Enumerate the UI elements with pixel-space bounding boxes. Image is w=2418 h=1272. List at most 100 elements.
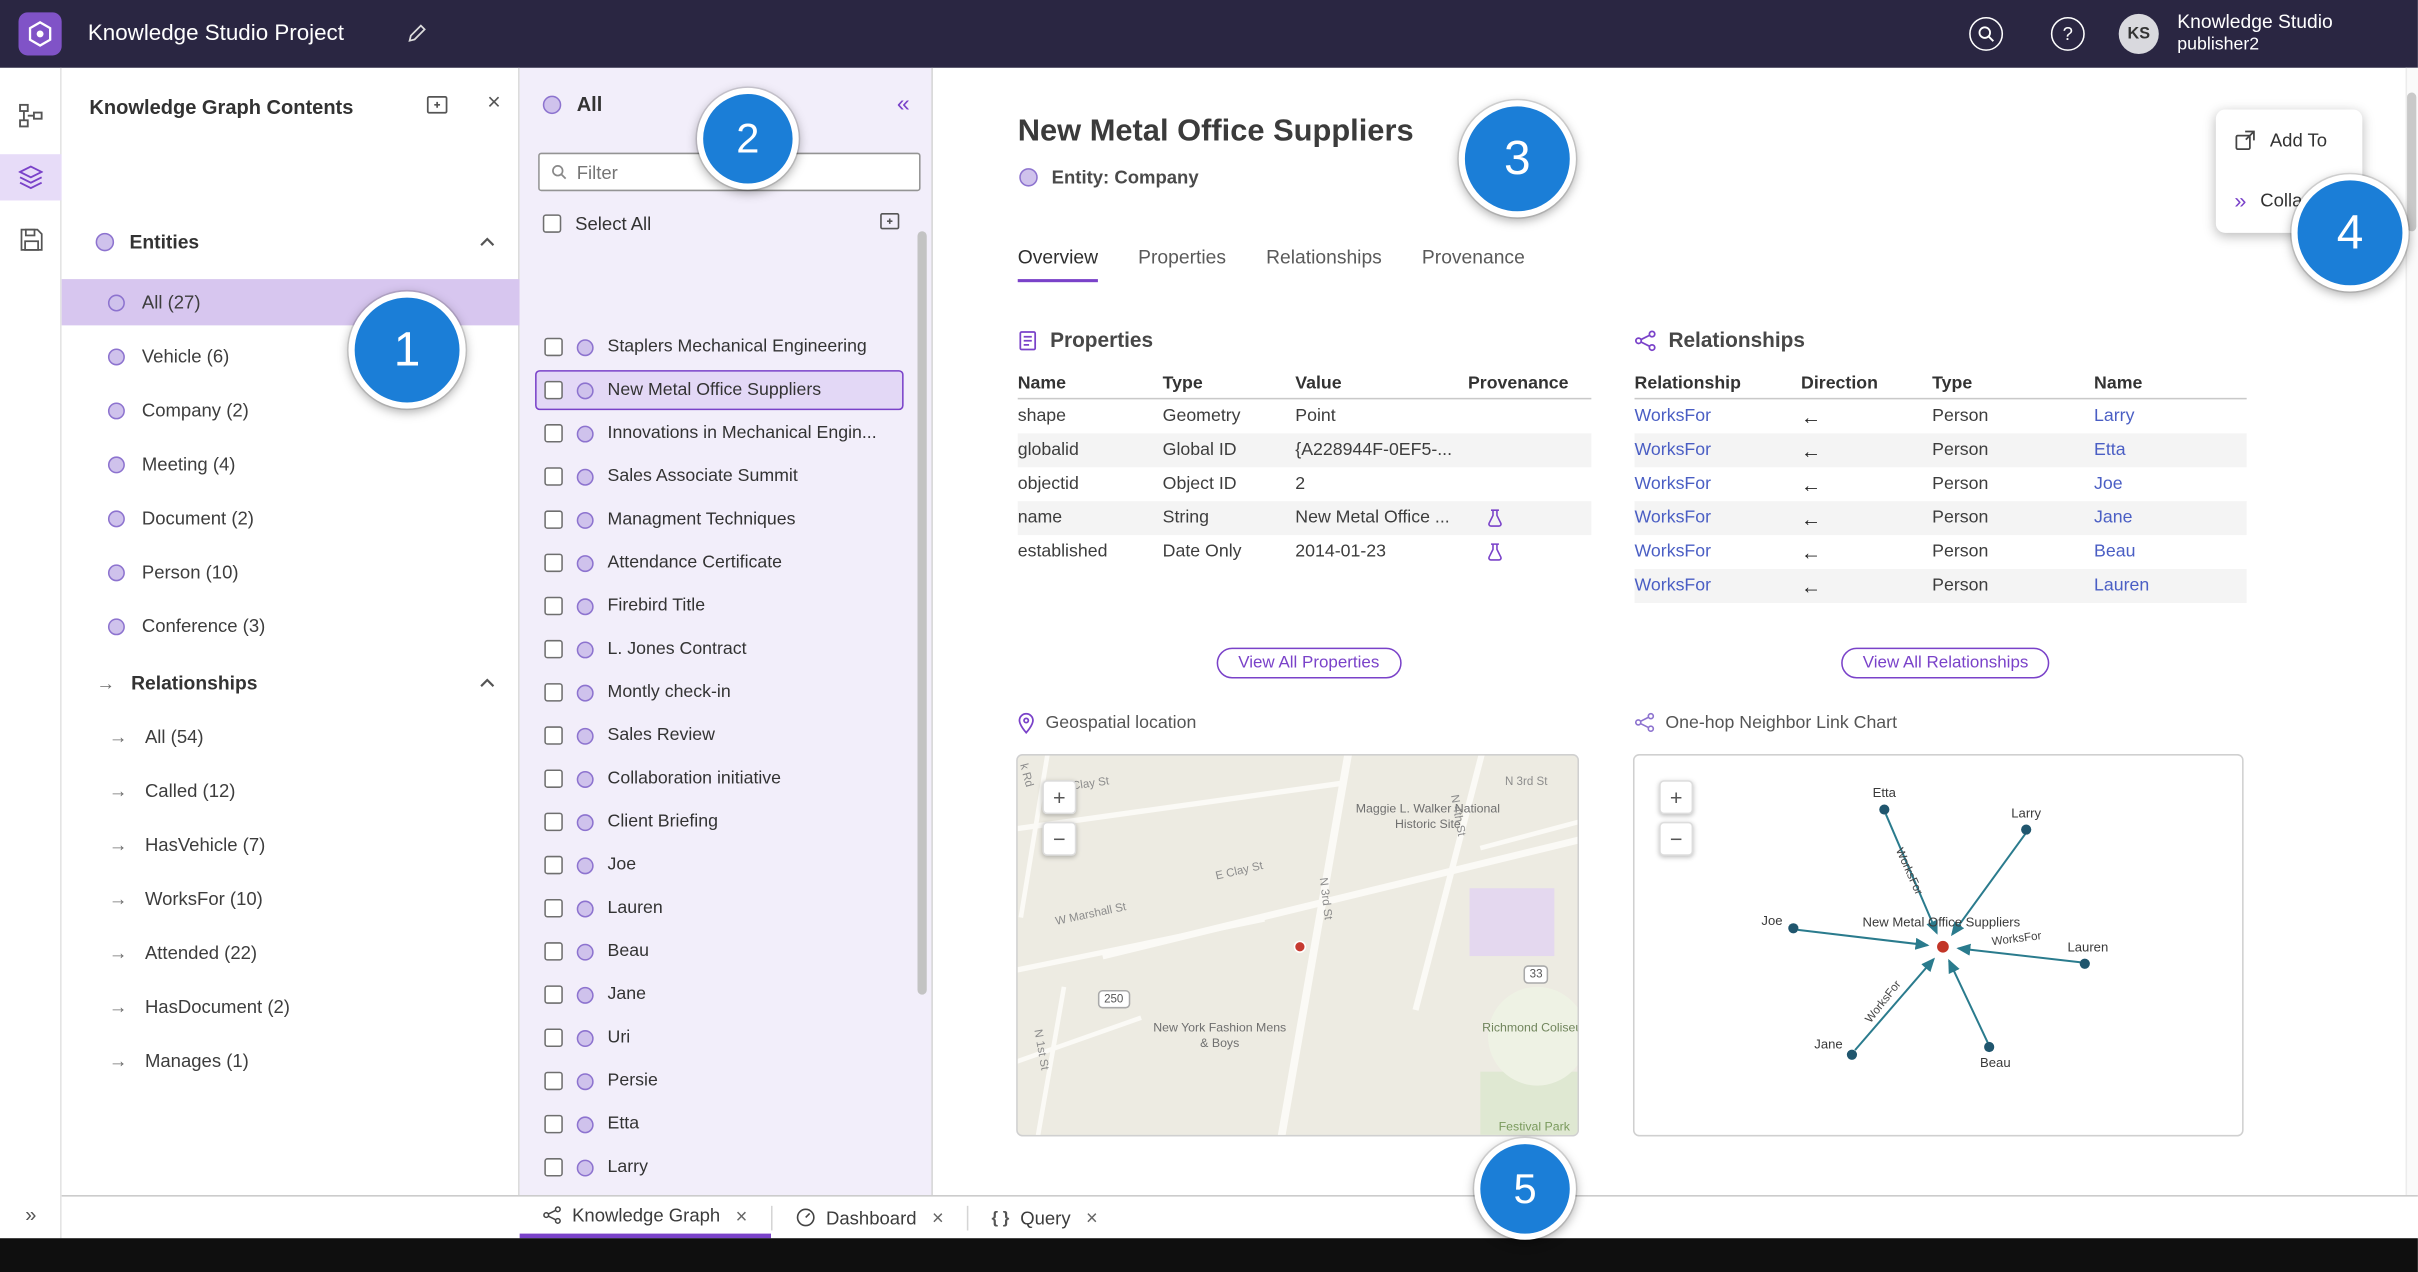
entity-link[interactable]: Lauren	[2094, 577, 2247, 596]
list-item[interactable]: Persie	[535, 1061, 904, 1101]
checkbox[interactable]	[544, 510, 563, 529]
checkbox[interactable]	[544, 683, 563, 702]
list-item[interactable]: Staplers Mechanical Engineering	[535, 327, 904, 367]
collapse-button[interactable]: » Colla	[2234, 188, 2302, 213]
chevron-up-icon[interactable]	[480, 678, 495, 687]
sidebar-item-worksfor[interactable]: → WorksFor (10)	[62, 876, 520, 922]
checkbox[interactable]	[544, 1114, 563, 1134]
list-item[interactable]: Innovations in Mechanical Engin...	[535, 413, 904, 453]
node-joe[interactable]	[1788, 923, 1799, 934]
close-tab-icon[interactable]: ×	[736, 1204, 748, 1227]
relationship-link[interactable]: WorksFor	[1635, 577, 1802, 596]
sidebar-item-company[interactable]: Company (2)	[62, 387, 520, 433]
map[interactable]: + − Maggie L. Walker National Historic S…	[1016, 754, 1580, 1137]
list-item[interactable]: Etta	[535, 1104, 904, 1144]
node-etta[interactable]	[1879, 804, 1890, 815]
checkbox[interactable]	[544, 812, 563, 832]
expand-rail-icon[interactable]: »	[0, 1203, 62, 1226]
list-item[interactable]: Uri	[535, 1018, 904, 1058]
sidebar-item-manages[interactable]: → Manages (1)	[62, 1038, 520, 1084]
tab-relationships[interactable]: Relationships	[1266, 247, 1382, 282]
tab-overview[interactable]: Overview	[1017, 247, 1099, 283]
list-item[interactable]: Joe	[535, 845, 904, 885]
list-item[interactable]: Larry	[535, 1147, 904, 1187]
checkbox[interactable]	[544, 985, 563, 1004]
close-tab-icon[interactable]: ×	[1086, 1206, 1098, 1229]
node-beau[interactable]	[1984, 1041, 1995, 1053]
list-item[interactable]: Sales Associate Summit	[535, 456, 904, 496]
checkbox[interactable]	[544, 942, 563, 961]
entity-link[interactable]: Beau	[2094, 543, 2247, 562]
avatar[interactable]: KS	[2118, 13, 2159, 54]
node-jane[interactable]	[1846, 1049, 1858, 1060]
scrollbar-thumb[interactable]	[917, 231, 927, 995]
sidebar-item-conference[interactable]: Conference (3)	[62, 603, 520, 649]
checkbox[interactable]	[544, 898, 563, 918]
checkbox[interactable]	[544, 726, 563, 745]
list-item[interactable]: Client Briefing	[535, 802, 904, 842]
chevron-up-icon[interactable]	[480, 237, 495, 246]
relationship-link[interactable]: WorksFor	[1635, 543, 1802, 562]
relationship-link[interactable]: WorksFor	[1635, 475, 1802, 494]
checkbox[interactable]	[544, 639, 563, 659]
close-icon[interactable]: ×	[487, 89, 501, 115]
tab-query[interactable]: { } Query ×	[968, 1197, 1121, 1239]
view-all-relationships-button[interactable]: View All Relationships	[1841, 647, 2050, 679]
help-icon[interactable]: ?	[2050, 16, 2085, 51]
checkbox[interactable]	[544, 337, 563, 357]
sidebar-item-called[interactable]: → Called (12)	[62, 768, 520, 814]
checkbox[interactable]	[544, 424, 563, 443]
list-item-selected[interactable]: New Metal Office Suppliers	[535, 370, 904, 411]
checkbox[interactable]	[544, 1158, 563, 1177]
entities-section-header[interactable]: Entities	[62, 222, 520, 262]
sidebar-item-hasdocument[interactable]: → HasDocument (2)	[62, 984, 520, 1030]
node-larry[interactable]	[2021, 824, 2032, 835]
sidebar-item-person[interactable]: Person (10)	[62, 549, 520, 595]
sidebar-item-meeting[interactable]: Meeting (4)	[62, 441, 520, 487]
sidebar-item-document[interactable]: Document (2)	[62, 495, 520, 541]
checkbox[interactable]	[544, 380, 563, 400]
entity-link[interactable]: Joe	[2094, 475, 2247, 494]
entity-link[interactable]: Jane	[2094, 509, 2247, 528]
map-zoom-out-button[interactable]: −	[1042, 821, 1077, 856]
add-card-icon[interactable]	[879, 210, 901, 232]
sidebar-item-hasvehicle[interactable]: → HasVehicle (7)	[62, 822, 520, 868]
app-logo-icon[interactable]	[18, 12, 62, 56]
search-icon[interactable]	[1969, 16, 2004, 51]
collapse-panel-icon[interactable]: «	[897, 91, 910, 117]
select-all-checkbox[interactable]	[542, 214, 562, 233]
tab-properties[interactable]: Properties	[1138, 247, 1226, 282]
list-item[interactable]: Managment Techniques	[535, 500, 904, 540]
provenance-icon[interactable]	[1468, 543, 1591, 562]
relationships-section-header[interactable]: → Relationships	[62, 663, 520, 703]
relationship-link[interactable]: WorksFor	[1635, 509, 1802, 528]
layers-icon[interactable]	[0, 154, 62, 201]
link-chart[interactable]: + − Etta Larry Joe Lauren Jane Beau New …	[1632, 754, 2244, 1137]
chart-zoom-in-button[interactable]: +	[1659, 780, 1694, 815]
list-item[interactable]: L. Jones Contract	[535, 629, 904, 669]
provenance-icon[interactable]	[1468, 509, 1591, 528]
entity-link[interactable]: Etta	[2094, 441, 2247, 460]
checkbox[interactable]	[544, 596, 563, 616]
map-zoom-in-button[interactable]: +	[1042, 780, 1077, 815]
entity-link[interactable]: Larry	[2094, 407, 2247, 426]
sidebar-item-rel-all[interactable]: → All (54)	[62, 714, 520, 760]
checkbox[interactable]	[544, 553, 563, 573]
list-item[interactable]: Jane	[535, 975, 904, 1015]
node-lauren[interactable]	[2079, 958, 2090, 969]
tab-provenance[interactable]: Provenance	[1422, 247, 1525, 282]
checkbox[interactable]	[544, 855, 563, 875]
relationship-link[interactable]: WorksFor	[1635, 441, 1802, 460]
list-item[interactable]: Sales Review	[535, 715, 904, 755]
checkbox[interactable]	[544, 1028, 563, 1048]
list-item[interactable]: Beau	[535, 931, 904, 971]
scrollbar-thumb[interactable]	[2407, 92, 2417, 232]
tab-dashboard[interactable]: Dashboard ×	[772, 1197, 967, 1239]
add-to-button[interactable]: Add To	[2234, 130, 2327, 151]
add-card-icon[interactable]	[426, 93, 449, 116]
checkbox[interactable]	[544, 769, 563, 788]
list-item[interactable]: Collaboration initiative	[535, 759, 904, 799]
edit-title-icon[interactable]	[407, 23, 427, 43]
list-item[interactable]: Montly check-in	[535, 672, 904, 712]
close-tab-icon[interactable]: ×	[932, 1206, 944, 1229]
